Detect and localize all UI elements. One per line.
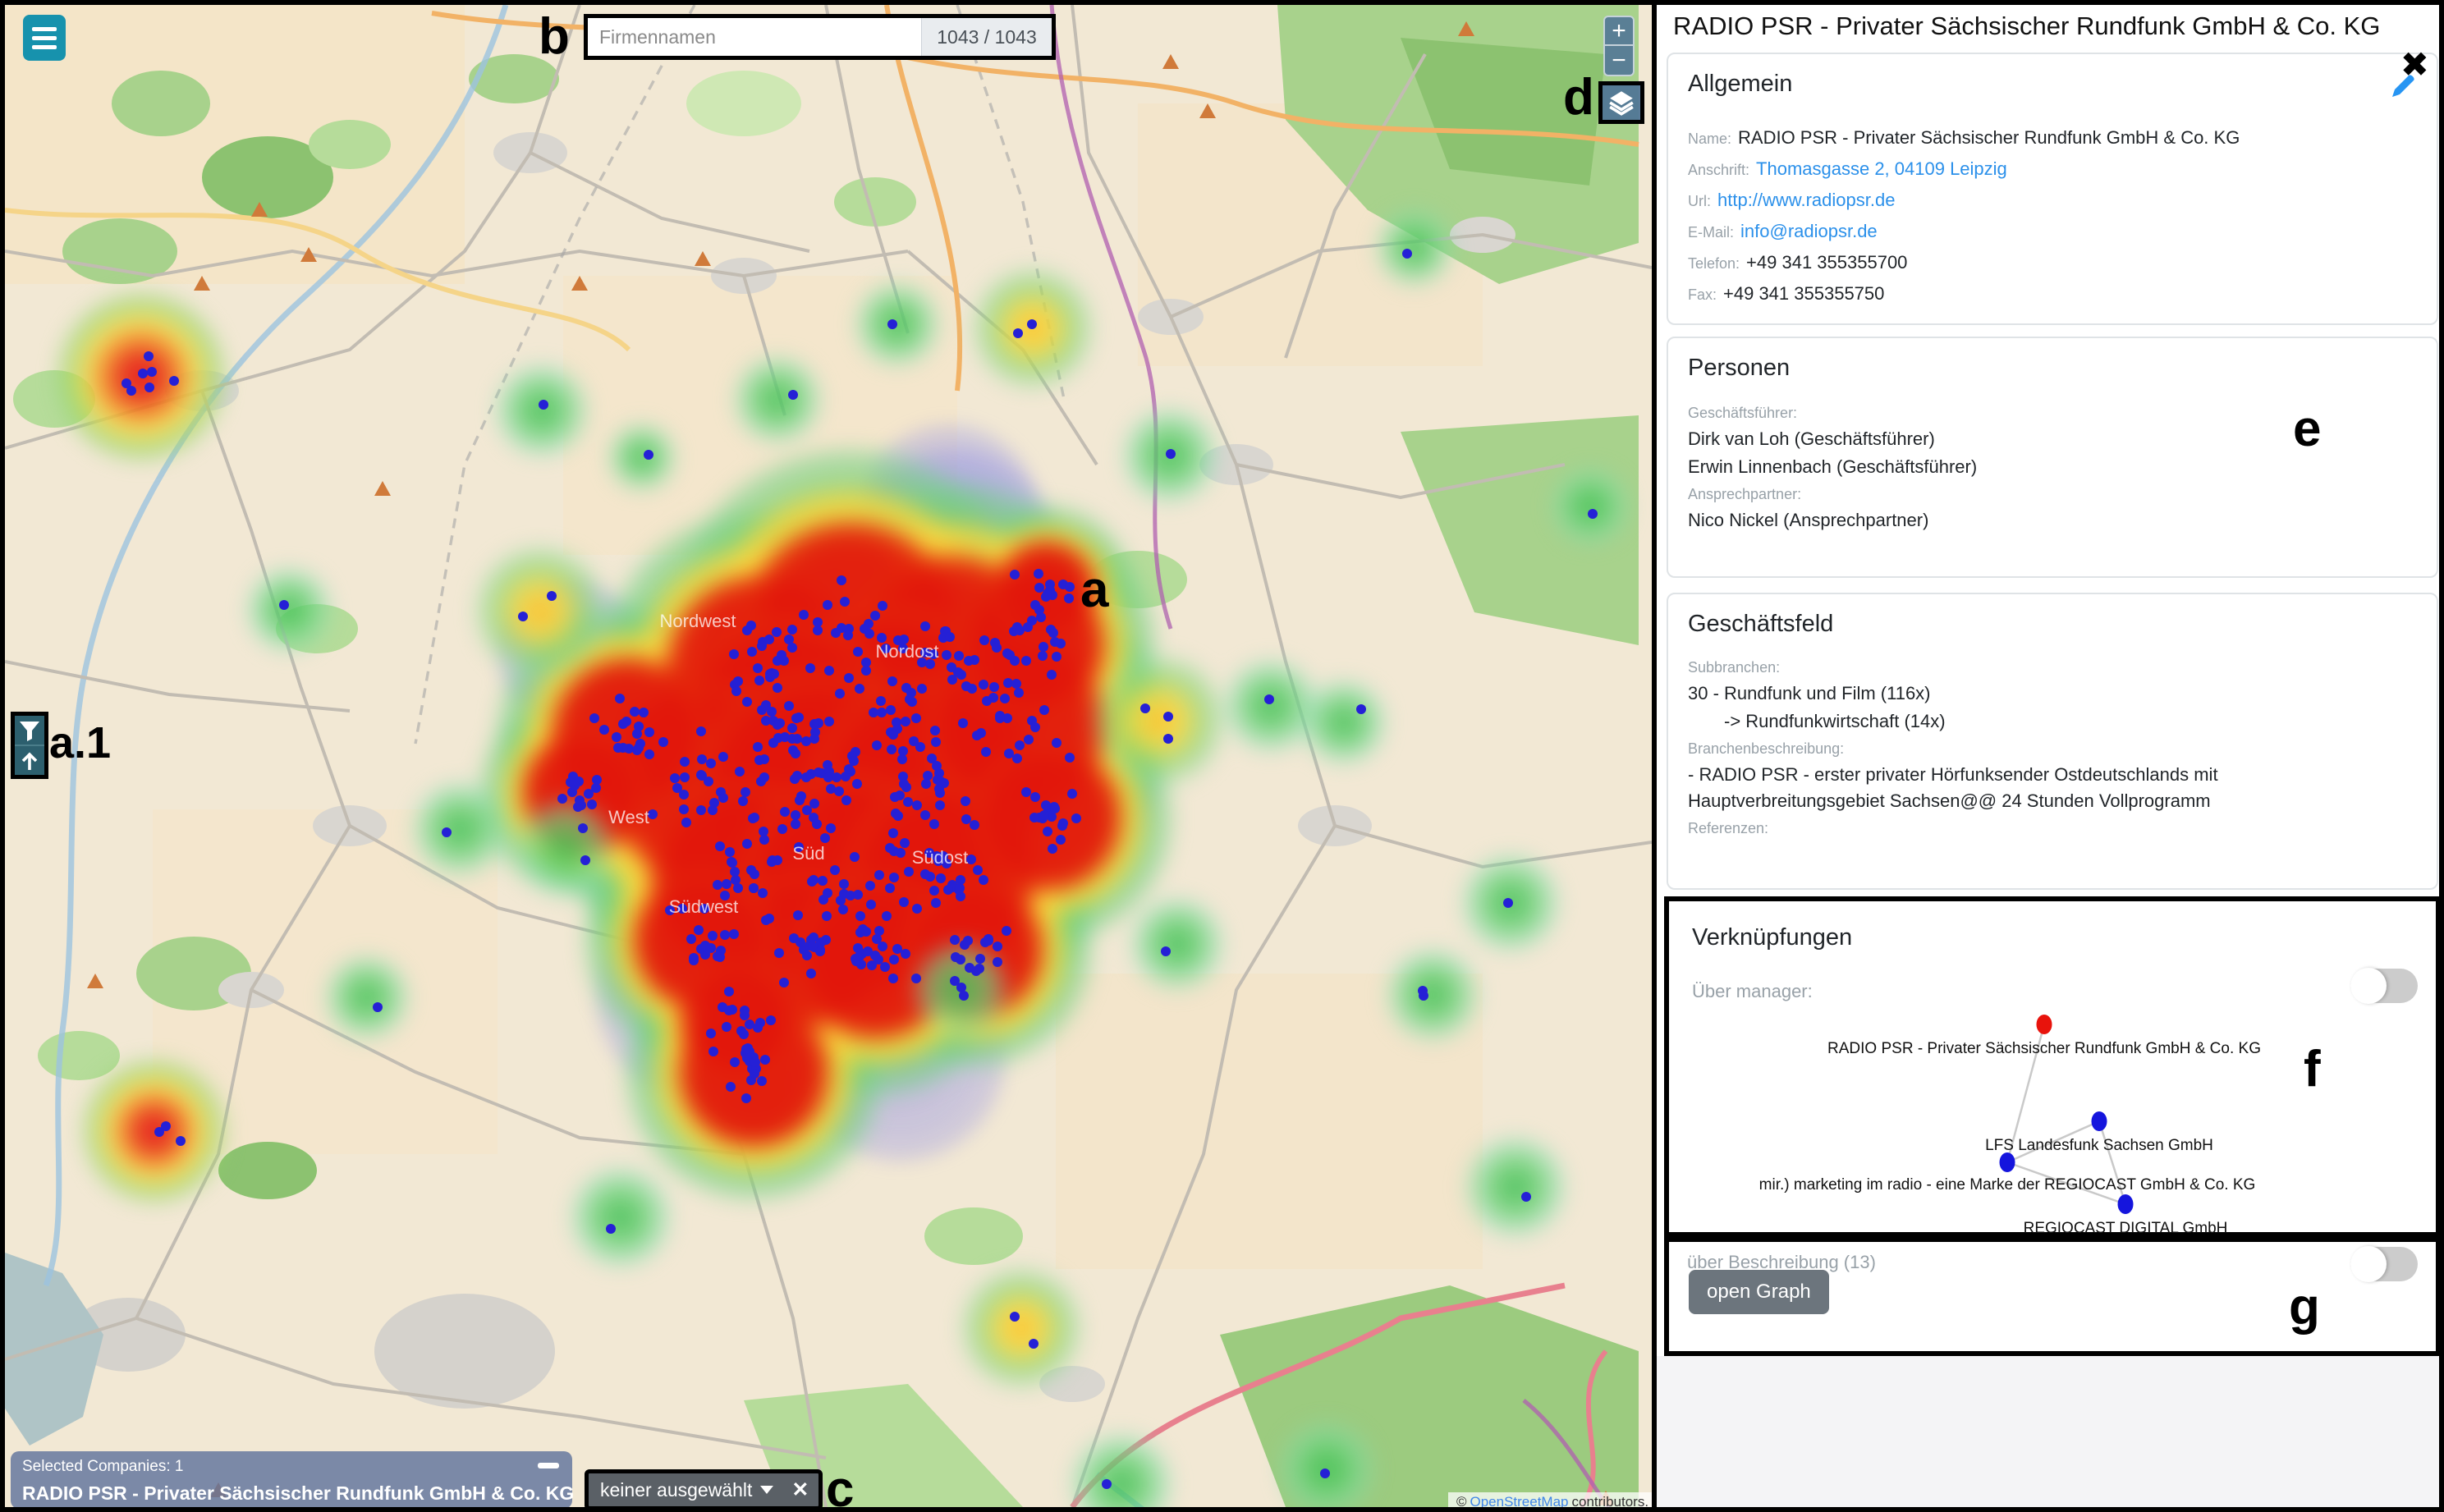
subbranche-item: 30 - Rundfunk und Film (116x)	[1688, 683, 2417, 704]
graph-node-label: RADIO PSR - Privater Sächsischer Rundfun…	[1827, 1040, 2261, 1058]
person-name: Erwin Linnenbach (Geschäftsführer)	[1688, 456, 2417, 478]
panel-footer	[1657, 1356, 2439, 1507]
zoom-out-button[interactable]: −	[1603, 46, 1635, 76]
ueber-manager-label: Über manager:	[1692, 981, 2436, 1002]
personen-heading: Personen	[1688, 355, 2417, 382]
annotation-e: e	[2293, 404, 2321, 455]
district-label: West	[608, 807, 649, 828]
clear-selection-button[interactable]: ✕	[791, 1478, 809, 1502]
district-label: Südost	[912, 847, 969, 868]
beschreibung-text: - RADIO PSR - erster privater Hörfunksen…	[1688, 764, 2417, 786]
selected-companies-panel[interactable]: Selected Companies: 1 RADIO PSR - Privat…	[11, 1451, 572, 1507]
close-panel-button[interactable]: ✖	[2400, 44, 2429, 85]
hamburger-icon	[32, 36, 57, 40]
geschaeftsfeld-card: Geschäftsfeld Subbranchen: 30 - Rundfunk…	[1667, 593, 2438, 890]
field-value: +49 341 355355750	[1723, 283, 1884, 304]
verknuepfungen-heading: Verknüpfungen	[1692, 924, 2436, 951]
manager-toggle[interactable]	[2350, 969, 2418, 1003]
beschreibung-text: Hauptverbreitungsgebiet Sachsen@@ 24 Stu…	[1688, 790, 2417, 812]
dropdown-label: keiner ausgewählt	[600, 1479, 752, 1501]
field-value: RADIO PSR - Privater Sächsischer Rundfun…	[1738, 127, 2240, 148]
field-value[interactable]: http://www.radiopsr.de	[1717, 190, 1895, 210]
selected-companies-label: Selected Companies: 1	[22, 1458, 561, 1476]
dropdown-caret-icon	[760, 1486, 773, 1494]
annotation-c: c	[826, 1464, 854, 1507]
filter-control	[11, 712, 48, 779]
detail-panel: RADIO PSR - Privater Sächsischer Rundfun…	[1652, 5, 2439, 1507]
subbranchen-label: Subbranchen:	[1688, 659, 2417, 676]
person-name: Nico Nickel (Ansprechpartner)	[1688, 510, 2417, 531]
allgemein-heading: Allgemein	[1688, 71, 2417, 98]
field-label: Url:	[1688, 193, 1711, 209]
minimize-button[interactable]	[538, 1463, 559, 1468]
beschreibung-toggle[interactable]	[2350, 1247, 2418, 1281]
filter-icon	[18, 720, 41, 741]
attribution-suffix: contributors.	[1572, 1494, 1649, 1507]
allgemein-row: Name: RADIO PSR - Privater Sächsischer Ru…	[1688, 127, 2417, 149]
map-canvas[interactable]: Nordwest Nordost West Süd Südwest Südost 1043…	[5, 5, 1652, 1507]
hamburger-icon	[32, 45, 57, 49]
annotation-a1: a.1	[49, 721, 111, 765]
app-root: Nordwest Nordost West Süd Südwest Südost 1043…	[0, 0, 2444, 1512]
allgemein-row: Anschrift: Thomasgasse 2, 04109 Leipzig	[1688, 158, 2417, 180]
annotation-a: a	[1080, 565, 1108, 616]
allgemein-row: Telefon: +49 341 355355700	[1688, 252, 2417, 273]
search-result-counter: 1043 / 1043	[921, 18, 1052, 56]
annotation-d: d	[1563, 72, 1594, 123]
allgemein-row: E-Mail: info@radiopsr.de	[1688, 221, 2417, 242]
geschaeftsfeld-heading: Geschäftsfeld	[1688, 611, 2417, 638]
zoom-in-button[interactable]: +	[1603, 16, 1635, 46]
annotation-g: g	[2289, 1282, 2320, 1333]
annotation-b: b	[539, 11, 570, 62]
allgemein-row: Url: http://www.radiopsr.de	[1688, 190, 2417, 211]
field-label: E-Mail:	[1688, 224, 1734, 241]
field-value[interactable]: Thomasgasse 2, 04109 Leipzig	[1756, 158, 2007, 179]
copyright-symbol: ©	[1456, 1494, 1467, 1507]
map-attribution: © OpenStreetMap contributors.	[1448, 1492, 1652, 1507]
panel-title: RADIO PSR - Privater Sächsischer Rundfun…	[1673, 11, 2380, 41]
subbranche-item: -> Rundfunkwirtschaft (14x)	[1688, 711, 2417, 732]
search-input[interactable]	[588, 18, 921, 56]
field-value[interactable]: info@radiopsr.de	[1740, 221, 1878, 241]
field-label: Name:	[1688, 131, 1731, 147]
district-label: Süd	[792, 843, 824, 864]
personen-card: Personen Geschäftsführer:Dirk van Loh (G…	[1667, 337, 2438, 578]
district-labels: Nordwest Nordost West Süd Südwest Südost	[5, 5, 1652, 1507]
field-label: Anschrift:	[1688, 162, 1749, 178]
company-search-box: 1043 / 1043	[584, 14, 1056, 60]
district-label: Südwest	[669, 896, 738, 918]
zoom-control: + −	[1603, 16, 1635, 76]
graph-node-label: REGIOCAST DIGITAL GmbH	[2024, 1220, 2228, 1238]
hamburger-icon	[32, 27, 57, 31]
branchenbeschreibung-label: Branchenbeschreibung:	[1688, 740, 2417, 758]
layers-button[interactable]	[1598, 81, 1644, 124]
allgemein-card: Allgemein Name: RADIO PSR - Privater Säch…	[1667, 53, 2438, 325]
person-group-label: Ansprechpartner:	[1688, 486, 2417, 503]
toggle-knob	[2350, 968, 2387, 1004]
allgemein-row: Fax: +49 341 355355750	[1688, 283, 2417, 305]
openstreetmap-link[interactable]: OpenStreetMap	[1470, 1494, 1568, 1507]
filter-button[interactable]	[15, 716, 44, 746]
arrow-up-icon	[18, 750, 41, 772]
scroll-top-button[interactable]	[15, 746, 44, 775]
open-graph-button[interactable]: open Graph	[1689, 1270, 1829, 1314]
graph-node-label: mir.) marketing im radio - eine Marke de…	[1759, 1176, 2256, 1194]
annotation-f: f	[2304, 1044, 2321, 1095]
district-label: Nordost	[875, 641, 938, 662]
layers-icon	[1607, 89, 1635, 116]
beschreibung-box: über Beschreibung (13) open Graph	[1664, 1237, 2441, 1356]
field-label: Telefon:	[1688, 255, 1740, 272]
graph-node-label: LFS Landesfunk Sachsen GmbH	[1985, 1137, 2213, 1155]
verknuepfungen-box: Verknüpfungen Über manager: RADIO PSR - …	[1664, 896, 2441, 1237]
field-label: Fax:	[1688, 286, 1717, 303]
field-value: +49 341 355355700	[1746, 252, 1907, 273]
referenzen-label: Referenzen:	[1688, 820, 2417, 837]
toggle-knob	[2350, 1246, 2387, 1282]
selected-company-name: RADIO PSR - Privater Sächsischer Rundfun…	[22, 1482, 561, 1505]
district-label: Nordwest	[660, 611, 736, 632]
company-select-dropdown[interactable]: keiner ausgewählt ✕	[585, 1469, 823, 1507]
menu-button[interactable]	[23, 15, 66, 61]
